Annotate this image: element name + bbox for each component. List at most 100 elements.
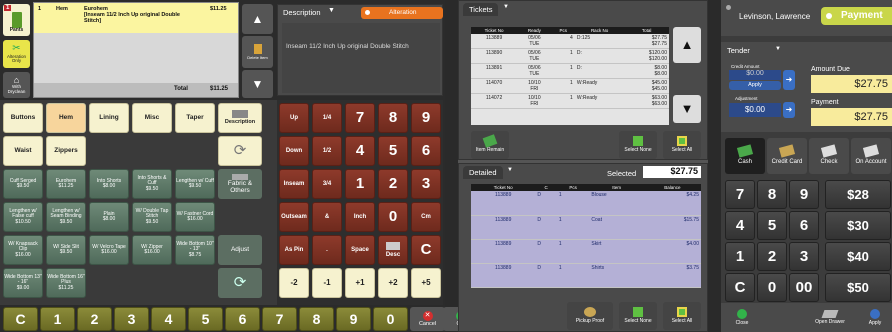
category-tab-misc[interactable]: Misc xyxy=(132,103,172,133)
service-button[interactable]: W/ Side Slit $9.50 xyxy=(46,235,86,265)
service-button[interactable]: Lengthen w/ False cuff $10.50 xyxy=(3,202,43,232)
column-header[interactable]: Total xyxy=(624,27,669,34)
service-button[interactable]: Wide Bottom 13" - 16" $9.00 xyxy=(3,268,43,298)
keypad-space[interactable]: Space xyxy=(345,235,375,265)
alteration-tab[interactable]: Alteration xyxy=(361,7,443,19)
keypad-down[interactable]: Down xyxy=(279,136,309,166)
service-button[interactable]: W/ Fastner Cord $16.00 xyxy=(175,202,215,232)
credit-arrow-button[interactable]: ➜ xyxy=(783,70,795,90)
quick-amount-button[interactable]: $40 xyxy=(825,242,891,271)
tender-key-9[interactable]: 9 xyxy=(789,180,819,209)
fabric-others-button[interactable]: Fabric & Others xyxy=(218,169,262,199)
quick-amount-button[interactable]: $50 xyxy=(825,273,891,302)
column-header[interactable]: Rack No xyxy=(574,27,625,34)
chevron-down-icon[interactable]: ▼ xyxy=(507,167,513,173)
category-tab-hem[interactable]: Hem xyxy=(46,103,86,133)
scroll-down-button[interactable]: ▼ xyxy=(242,70,273,98)
tender-key-3[interactable]: 3 xyxy=(789,242,819,271)
category-tab-buttons[interactable]: Buttons xyxy=(3,103,43,133)
bottom-key-9[interactable]: 9 xyxy=(336,307,371,331)
apply-button[interactable]: Apply xyxy=(859,304,891,331)
table-row[interactable]: 113889 D 1 Coat $15.75 xyxy=(471,215,701,240)
category-pants-button[interactable]: 1 Pants xyxy=(3,4,30,36)
column-header[interactable]: Pcs xyxy=(551,27,575,34)
keypad-desc[interactable]: Desc xyxy=(378,235,408,265)
column-header[interactable]: Pcs xyxy=(556,184,590,191)
keypad-c[interactable]: C xyxy=(411,235,441,265)
payment-method-2[interactable]: Check xyxy=(809,138,849,174)
column-header[interactable]: C xyxy=(535,184,557,191)
service-button[interactable]: W/ Knapsack Clip $16.00 xyxy=(3,235,43,265)
keypad-up[interactable]: Up xyxy=(279,103,309,133)
order-line[interactable]: 1 Hem Eurohem [Inseam 11/2 Inch Up origi… xyxy=(34,3,238,33)
tender-key-00[interactable]: 00 xyxy=(789,273,819,302)
service-button[interactable]: Eurohem $11.25 xyxy=(46,169,86,199)
keypad-dot[interactable]: . xyxy=(312,235,342,265)
keypad-cm[interactable]: Cm xyxy=(411,202,441,232)
table-row[interactable]: 113890 05/06 TUE 1 D: $120.00 $120.00 xyxy=(471,48,669,64)
keypad-n9[interactable]: 9 xyxy=(411,103,441,133)
service-button[interactable]: Wide Bottom 10" - 13" $8.75 xyxy=(175,235,215,265)
keypad-outseam[interactable]: Outseam xyxy=(279,202,309,232)
keypad-n7[interactable]: 7 xyxy=(345,103,375,133)
keypad-n1[interactable]: 1 xyxy=(345,169,375,199)
with-dryclean-button[interactable]: ⌂ With Dryclean xyxy=(3,72,30,98)
keypad-n2[interactable]: 2 xyxy=(378,169,408,199)
payment-method-0[interactable]: Cash xyxy=(725,138,765,174)
adjustment-field[interactable]: $0.00 xyxy=(729,103,781,117)
service-button[interactable]: Into Shorts & Cuff $9.50 xyxy=(132,169,172,199)
bottom-key-8[interactable]: 8 xyxy=(299,307,334,331)
adjust-step-button[interactable]: +5 xyxy=(411,268,441,298)
table-row[interactable]: 114070 10/10 FRI 1 W:Ready $45.00 $45.00 xyxy=(471,78,669,94)
table-row[interactable]: 113889 05/06 TUE 4 D:125 $27.75 $27.75 xyxy=(471,34,669,49)
bottom-key-C[interactable]: C xyxy=(3,307,38,331)
adjust-step-button[interactable]: +1 xyxy=(345,268,375,298)
select-none-button-2[interactable]: Select None xyxy=(619,302,657,330)
quick-amount-button[interactable]: $28 xyxy=(825,180,891,209)
delete-item-button[interactable]: Delete Item xyxy=(242,36,273,68)
keypad-n8[interactable]: 8 xyxy=(378,103,408,133)
tender-key-4[interactable]: 4 xyxy=(725,211,755,240)
bottom-key-0[interactable]: 0 xyxy=(373,307,408,331)
adjust-step-button[interactable]: +2 xyxy=(378,268,408,298)
adjust-step-button[interactable]: -1 xyxy=(312,268,342,298)
credit-amount-field[interactable]: $0.00 xyxy=(729,70,781,80)
service-button[interactable]: Cuff Serged $9.50 xyxy=(3,169,43,199)
keypad-n0[interactable]: 0 xyxy=(378,202,408,232)
keypad-n3[interactable]: 3 xyxy=(411,169,441,199)
chevron-down-icon[interactable]: ▼ xyxy=(328,7,335,14)
description-button[interactable]: Description xyxy=(218,103,262,133)
description-text[interactable]: Inseam 11/2 Inch Up original Double Stit… xyxy=(282,23,440,93)
keypad-q3[interactable]: 3/4 xyxy=(312,169,342,199)
service-button[interactable]: Wide Bottom 16" Plus $11.25 xyxy=(46,268,86,298)
tender-key-6[interactable]: 6 xyxy=(789,211,819,240)
item-remain-button[interactable]: Item Remain xyxy=(471,131,509,159)
payment-value[interactable]: $27.75 xyxy=(811,108,892,126)
select-none-button[interactable]: Select None xyxy=(619,131,657,159)
bottom-key-1[interactable]: 1 xyxy=(40,307,75,331)
adjustment-arrow-button[interactable]: ➜ xyxy=(783,102,795,118)
alteration-only-button[interactable]: ✂ Alteration Only xyxy=(3,40,30,68)
service-button[interactable]: Plain $8.00 xyxy=(89,202,129,232)
table-row[interactable]: 113889 D 1 Blouse $4.25 xyxy=(471,191,701,216)
service-button[interactable]: W/ Double Tap Stitch $9.50 xyxy=(132,202,172,232)
service-button[interactable]: W/ Velcro Tape $16.00 xyxy=(89,235,129,265)
tickets-scroll-down[interactable]: ▼ xyxy=(673,95,701,123)
tender-key-1[interactable]: 1 xyxy=(725,242,755,271)
tender-key-7[interactable]: 7 xyxy=(725,180,755,209)
adjust-step-button[interactable]: -2 xyxy=(279,268,309,298)
apply-credit-button[interactable]: Apply xyxy=(729,81,781,90)
column-header[interactable]: Ticket No xyxy=(471,184,536,191)
tender-key-0[interactable]: 0 xyxy=(757,273,787,302)
chevron-down-icon[interactable]: ▼ xyxy=(775,46,781,52)
keypad-aspin[interactable]: As Pin xyxy=(279,235,309,265)
column-header[interactable]: Ticket No xyxy=(471,27,518,34)
keypad-inseam[interactable]: Inseam xyxy=(279,169,309,199)
service-button[interactable]: Into Shorts $8.00 xyxy=(89,169,129,199)
service-button[interactable]: Lengthen w/ Cuff $9.50 xyxy=(175,169,215,199)
tender-key-8[interactable]: 8 xyxy=(757,180,787,209)
column-header[interactable]: Ready xyxy=(517,27,552,34)
table-row[interactable]: 113889 D 1 Skirt $4.00 xyxy=(471,239,701,264)
keypad-n5[interactable]: 5 xyxy=(378,136,408,166)
tender-key-2[interactable]: 2 xyxy=(757,242,787,271)
